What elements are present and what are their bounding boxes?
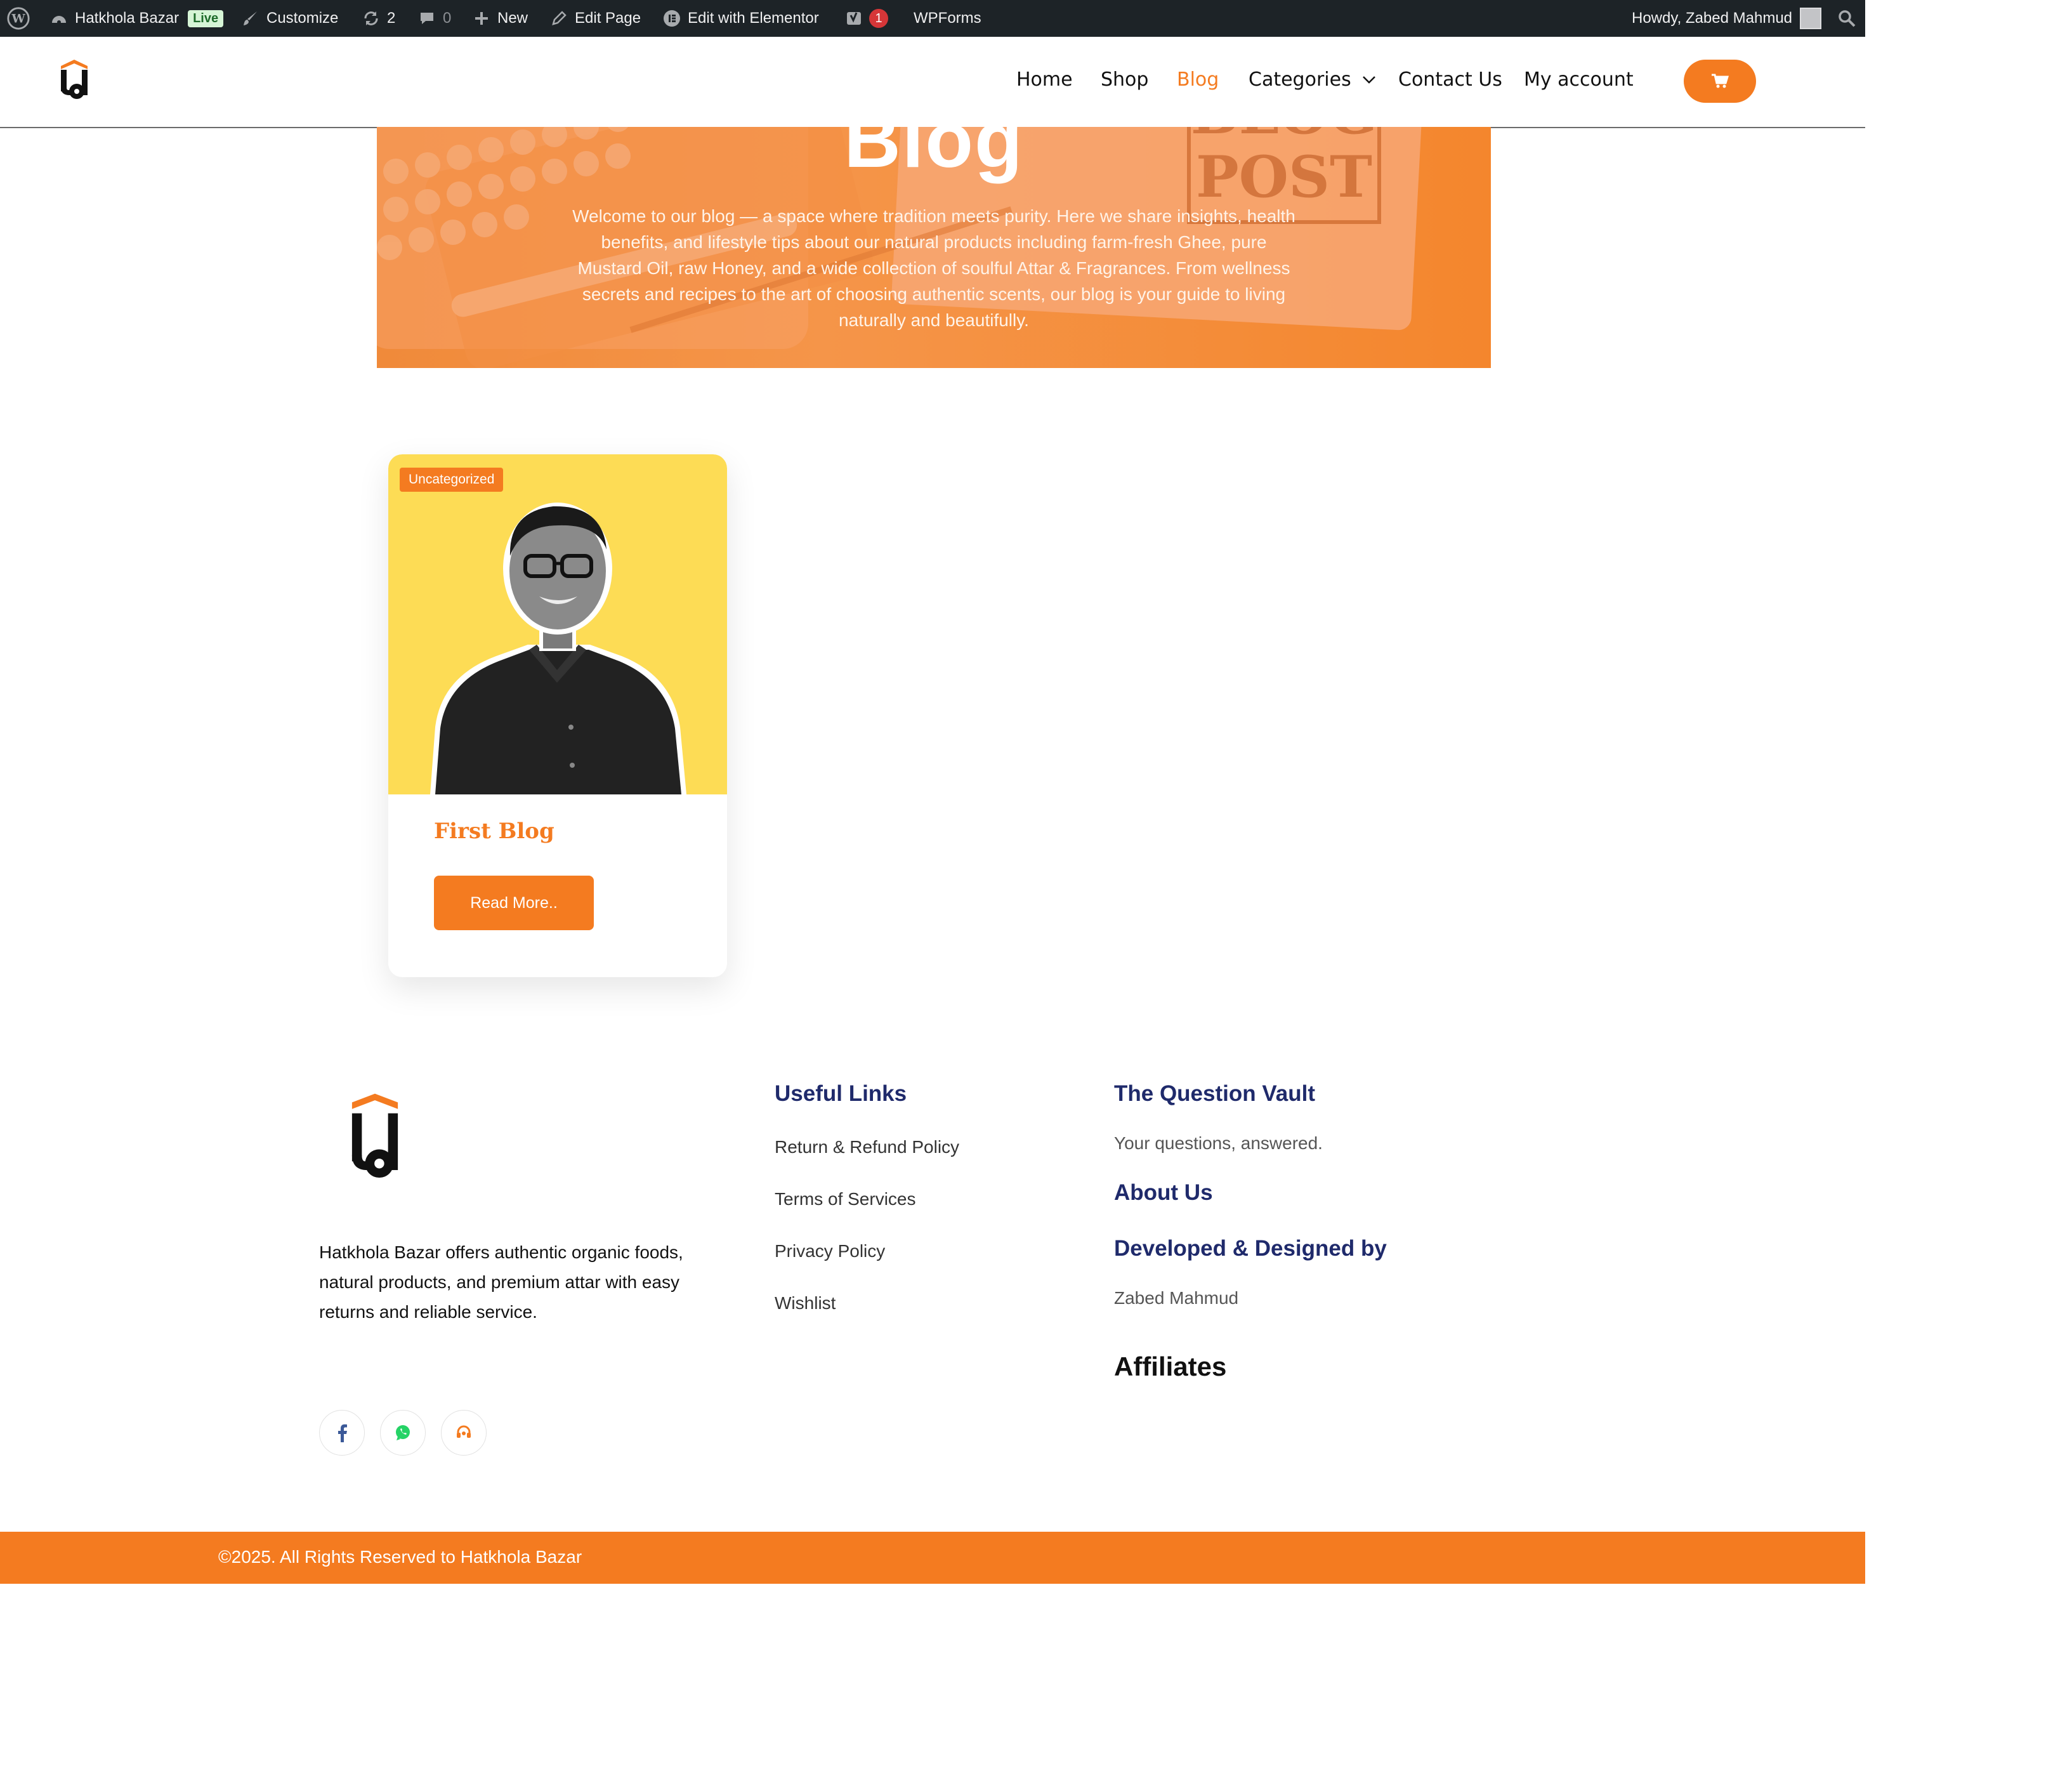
footer-link-privacy[interactable]: Privacy Policy xyxy=(775,1241,885,1261)
site-name-menu[interactable]: Hatkhola Bazar Live xyxy=(49,0,224,37)
site-header: Home Shop Blog Categories Contact Us My … xyxy=(0,37,1865,128)
question-vault-subtitle: Your questions, answered. xyxy=(1114,1133,1323,1153)
category-badge[interactable]: Uncategorized xyxy=(400,468,504,492)
plus-icon xyxy=(472,9,491,28)
live-badge: Live xyxy=(188,10,224,27)
updates-count: 2 xyxy=(387,10,396,27)
support-link[interactable] xyxy=(441,1410,487,1456)
developed-by-heading: Developed & Designed by xyxy=(1114,1236,1387,1261)
pencil-icon xyxy=(549,9,568,28)
avatar xyxy=(1800,8,1822,29)
comment-icon xyxy=(417,9,436,28)
question-vault-heading[interactable]: The Question Vault xyxy=(1114,1081,1315,1107)
headset-icon xyxy=(457,1425,471,1438)
hero-banner: POST BLOG Blog Welcome to our blog — a s… xyxy=(377,127,1491,368)
cart-icon xyxy=(1712,74,1729,88)
site-name: Hatkhola Bazar xyxy=(75,10,180,27)
comments-link[interactable]: 0 xyxy=(417,0,451,37)
updates-icon xyxy=(362,9,381,28)
developer-name[interactable]: Zabed Mahmud xyxy=(1114,1288,1238,1308)
nav-categories[interactable]: Categories xyxy=(1249,69,1377,91)
copyright-text: ©2025. All Rights Reserved to Hatkhola B… xyxy=(218,1547,582,1567)
wpforms-label: WPForms xyxy=(914,10,981,27)
nav-contact[interactable]: Contact Us xyxy=(1398,69,1502,91)
elementor-icon xyxy=(662,9,681,28)
blog-post-card: Uncategorized First Blog Read More.. xyxy=(388,454,727,977)
facebook-icon xyxy=(338,1424,347,1442)
nav-shop[interactable]: Shop xyxy=(1101,69,1148,91)
footer-logo[interactable] xyxy=(348,1091,402,1190)
affiliates-heading: Affiliates xyxy=(1114,1352,1227,1381)
edit-page-link[interactable]: Edit Page xyxy=(549,0,641,37)
nav-blog[interactable]: Blog xyxy=(1177,69,1219,91)
new-content-link[interactable]: New xyxy=(472,0,528,37)
howdy-label: Howdy, Zabed Mahmud xyxy=(1632,10,1793,27)
customize-label: Customize xyxy=(266,10,339,27)
dashboard-icon xyxy=(49,9,69,28)
search-icon xyxy=(1839,10,1856,27)
footer-about-text: Hatkhola Bazar offers authentic organic … xyxy=(319,1242,683,1322)
post-title[interactable]: First Blog xyxy=(434,819,554,844)
footer-link-wishlist[interactable]: Wishlist xyxy=(775,1293,836,1313)
new-label: New xyxy=(497,10,528,27)
yoast-menu[interactable]: 1 xyxy=(845,0,888,37)
nav-home[interactable]: Home xyxy=(1016,69,1073,91)
cart-button[interactable] xyxy=(1684,60,1756,103)
footer-link-refund[interactable]: Return & Refund Policy xyxy=(775,1137,959,1157)
useful-links-heading: Useful Links xyxy=(775,1081,907,1106)
about-us-heading[interactable]: About Us xyxy=(1114,1180,1213,1206)
brush-icon xyxy=(241,9,260,28)
admin-search[interactable] xyxy=(1837,0,1856,37)
hero-description: Welcome to our blog — a space where trad… xyxy=(572,206,1295,330)
wpforms-link[interactable]: WPForms xyxy=(914,0,981,37)
svg-text:W: W xyxy=(11,12,25,26)
yoast-notification-badge: 1 xyxy=(869,9,888,28)
account-menu[interactable]: Howdy, Zabed Mahmud xyxy=(1632,0,1822,37)
facebook-link[interactable] xyxy=(319,1410,365,1456)
wordpress-icon: W xyxy=(7,7,30,30)
edit-elementor-link[interactable]: Edit with Elementor xyxy=(662,0,819,37)
site-logo[interactable] xyxy=(58,58,90,105)
whatsapp-link[interactable] xyxy=(380,1410,426,1456)
customize-link[interactable]: Customize xyxy=(241,0,338,37)
post-featured-image[interactable]: Uncategorized xyxy=(388,454,727,794)
footer-link-terms[interactable]: Terms of Services xyxy=(775,1189,916,1209)
nav-categories-label: Categories xyxy=(1249,69,1351,91)
admin-bar: W Hatkhola Bazar Live Customize 2 0 New xyxy=(0,0,1865,37)
updates-link[interactable]: 2 xyxy=(362,0,395,37)
read-more-button[interactable]: Read More.. xyxy=(434,876,594,930)
whatsapp-icon xyxy=(396,1425,410,1440)
chevron-down-icon xyxy=(1363,76,1376,84)
nav-my-account[interactable]: My account xyxy=(1524,69,1634,91)
copyright-bar: ©2025. All Rights Reserved to Hatkhola B… xyxy=(0,1532,1865,1584)
social-links xyxy=(319,1410,487,1456)
yoast-icon xyxy=(845,9,864,28)
wordpress-menu[interactable]: W xyxy=(6,0,30,37)
comments-count: 0 xyxy=(443,10,452,27)
page-title: Blog xyxy=(844,127,1024,184)
edit-elementor-label: Edit with Elementor xyxy=(688,10,819,27)
author-portrait-image xyxy=(430,503,686,794)
edit-page-label: Edit Page xyxy=(575,10,641,27)
